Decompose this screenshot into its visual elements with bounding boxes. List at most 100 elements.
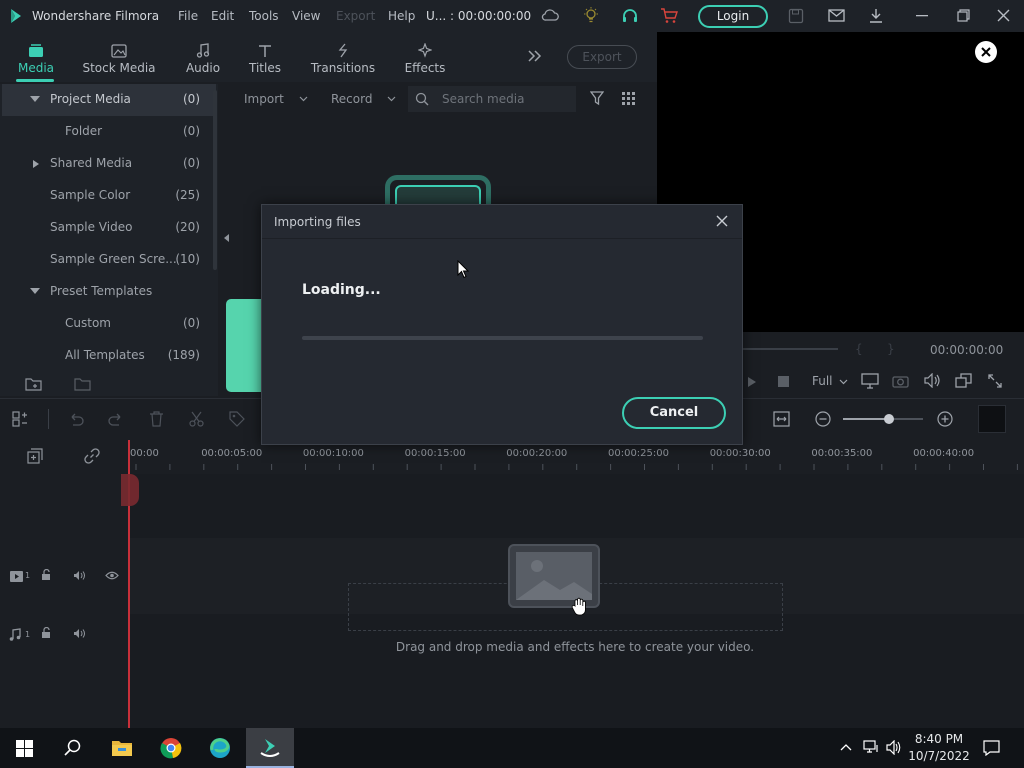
close-preview-icon[interactable] — [975, 41, 997, 63]
collapse-sidebar-icon[interactable] — [222, 233, 230, 243]
folder-icon[interactable] — [74, 377, 92, 391]
mail-icon[interactable] — [828, 9, 845, 22]
tab-media[interactable]: Media — [10, 32, 62, 82]
export-button[interactable]: Export — [567, 45, 637, 69]
fullscreen-icon[interactable] — [988, 374, 1002, 388]
cart-icon[interactable] — [660, 8, 678, 24]
sidebar-item-sample-color[interactable]: Sample Color (25) — [2, 180, 216, 212]
menu-view[interactable]: View — [292, 9, 320, 23]
import-button[interactable]: Import — [244, 92, 284, 106]
mute-video-track-icon[interactable] — [73, 570, 86, 581]
camera-icon[interactable] — [892, 374, 909, 388]
sidebar-item-shared-media[interactable]: Shared Media (0) — [2, 148, 216, 180]
tag-icon[interactable] — [229, 411, 245, 427]
menu-tools[interactable]: Tools — [249, 9, 279, 23]
fit-timeline-icon[interactable] — [773, 411, 790, 427]
tab-effects[interactable]: Effects — [398, 32, 452, 82]
taskbar-time[interactable]: 8:40 PM — [906, 732, 972, 746]
expand-arrow-icon[interactable] — [30, 288, 40, 294]
new-folder-icon[interactable] — [25, 377, 43, 391]
chevron-up-icon[interactable] — [840, 743, 852, 751]
add-track-icon[interactable] — [27, 448, 43, 464]
stop-icon[interactable] — [778, 376, 789, 387]
lock-icon[interactable] — [41, 627, 53, 639]
zoom-in-icon[interactable] — [937, 411, 953, 427]
mark-out-bracket[interactable]: } — [887, 342, 895, 356]
more-tabs-icon[interactable] — [528, 49, 542, 63]
taskbar-filmora-button[interactable] — [246, 728, 294, 768]
chevron-down-icon[interactable] — [387, 96, 396, 102]
sidebar-item-preset-templates[interactable]: Preset Templates — [2, 276, 216, 308]
menu-export[interactable]: Export — [336, 9, 375, 23]
sidebar-item-all-templates[interactable]: All Templates (189) — [2, 340, 216, 372]
preview-progress-bar[interactable] — [743, 348, 838, 350]
display-icon[interactable] — [861, 373, 879, 389]
panel-toggle[interactable] — [978, 405, 1006, 433]
template-thumbnail[interactable] — [226, 299, 262, 392]
sidebar-item-custom[interactable]: Custom (0) — [2, 308, 216, 340]
chevron-down-icon[interactable] — [299, 96, 308, 102]
search-input[interactable]: Search media — [408, 86, 576, 112]
notifications-icon[interactable] — [983, 740, 1000, 756]
sidebar-item-count: (0) — [183, 124, 200, 138]
tab-audio[interactable]: Audio — [178, 32, 228, 82]
zoom-slider[interactable] — [843, 414, 923, 424]
layout-icon[interactable] — [12, 411, 28, 427]
sidebar-item-label: Custom — [65, 316, 111, 330]
expand-arrow-icon[interactable] — [30, 96, 40, 102]
lock-icon[interactable] — [41, 569, 53, 581]
menu-help[interactable]: Help — [388, 9, 415, 23]
menu-file[interactable]: File — [178, 9, 198, 23]
sidebar-item-sample-green-screen[interactable]: Sample Green Scre... (10) — [2, 244, 216, 276]
mute-audio-track-icon[interactable] — [73, 628, 86, 639]
zoom-select[interactable]: Full — [812, 374, 833, 388]
restore-icon[interactable] — [957, 9, 970, 22]
collapse-arrow-icon[interactable] — [33, 160, 39, 168]
file-explorer-icon[interactable] — [111, 739, 133, 757]
eye-icon[interactable] — [105, 571, 119, 580]
download-icon[interactable] — [868, 8, 884, 24]
play-icon[interactable] — [747, 376, 757, 388]
undo-icon[interactable] — [68, 411, 84, 427]
menu-edit[interactable]: Edit — [211, 9, 234, 23]
timeline-ruler[interactable]: 00:00 00:00:05:00 00:00:10:00 00:00:15:00 00… — [130, 440, 1024, 474]
sidebar-item-sample-video[interactable]: Sample Video (20) — [2, 212, 216, 244]
mark-in-bracket[interactable]: { — [855, 342, 863, 356]
windows-start-icon[interactable] — [16, 740, 33, 757]
edge-icon[interactable] — [208, 737, 232, 759]
sidebar-scrollbar[interactable] — [213, 90, 217, 270]
grid-view-icon[interactable] — [622, 92, 635, 105]
search-icon[interactable] — [64, 739, 81, 756]
network-icon[interactable] — [863, 740, 880, 755]
tab-transitions[interactable]: Transitions — [306, 32, 380, 82]
tab-stock-media[interactable]: Stock Media — [80, 32, 158, 82]
login-button[interactable]: Login — [698, 5, 768, 28]
tab-titles[interactable]: Titles — [242, 32, 288, 82]
close-dialog-icon[interactable] — [716, 215, 728, 227]
link-icon[interactable] — [84, 448, 100, 464]
filter-icon[interactable] — [590, 91, 604, 106]
effects-icon — [398, 32, 452, 58]
volume-icon[interactable] — [924, 373, 941, 388]
close-window-icon[interactable] — [997, 9, 1010, 22]
record-button[interactable]: Record — [331, 92, 372, 106]
playhead-handle[interactable] — [121, 474, 139, 506]
zoom-out-icon[interactable] — [815, 411, 831, 427]
taskbar-date[interactable]: 10/7/2022 — [906, 749, 972, 763]
delete-icon[interactable] — [149, 411, 164, 427]
cancel-button[interactable]: Cancel — [622, 397, 726, 429]
lightbulb-icon[interactable] — [583, 7, 599, 25]
snapshot-layout-icon[interactable] — [955, 373, 972, 388]
cut-icon[interactable] — [189, 411, 204, 427]
redo-icon[interactable] — [108, 411, 124, 427]
chevron-down-icon[interactable] — [839, 379, 848, 385]
volume-icon[interactable] — [886, 740, 902, 755]
minimize-icon[interactable] — [916, 15, 928, 17]
sidebar-item-folder[interactable]: Folder (0) — [2, 116, 216, 148]
chrome-icon[interactable] — [160, 737, 182, 759]
save-icon[interactable] — [788, 8, 804, 24]
cloud-icon[interactable] — [541, 8, 559, 22]
headset-support-icon[interactable] — [621, 7, 639, 25]
sidebar-item-project-media[interactable]: Project Media (0) — [2, 84, 216, 116]
zoom-slider-handle[interactable] — [884, 414, 895, 424]
